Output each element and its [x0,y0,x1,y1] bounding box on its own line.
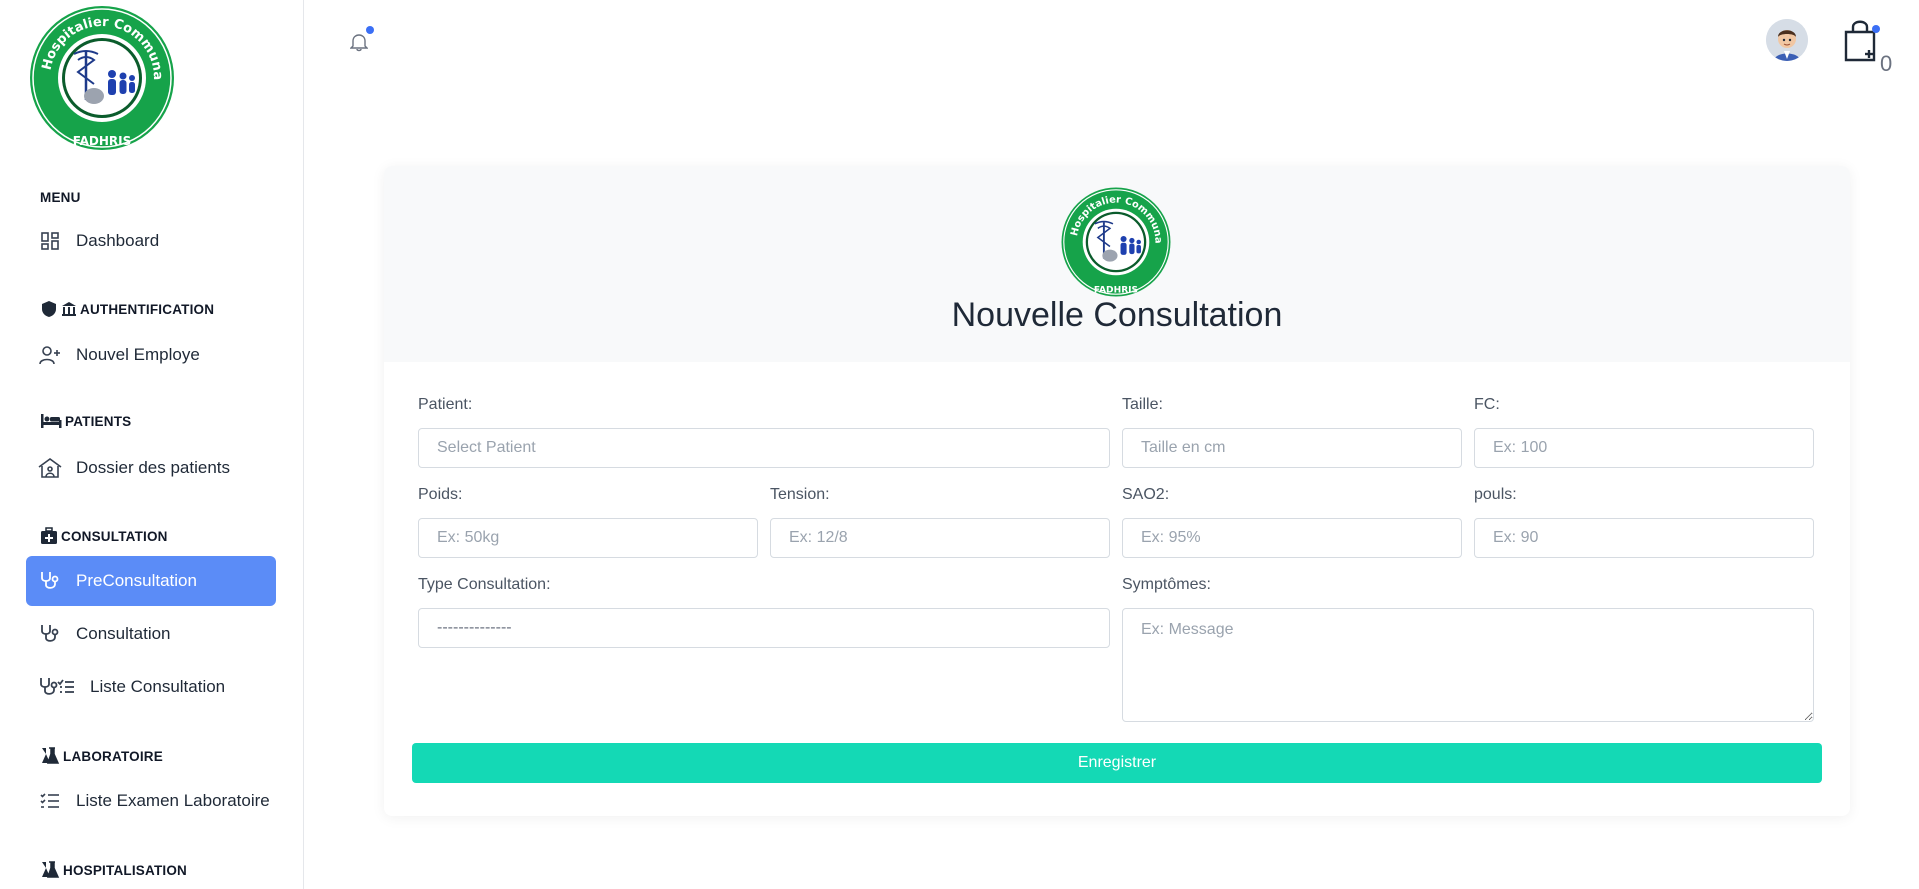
stethoscope-icon [38,622,62,646]
stethoscope-list-icon [38,675,76,699]
sidebar-item-consultation[interactable]: Consultation [26,609,276,659]
flask-icon [40,861,60,879]
sidebar-item-dashboard[interactable]: Dashboard [26,216,276,266]
sidebar-item-preconsultation[interactable]: PreConsultation [26,556,276,606]
sao2-input[interactable] [1122,518,1462,558]
hospital-logo: Centre Hospitalier Communautaire FADHRIS [1056,178,1172,298]
tension-label: Tension: [770,486,830,503]
laboratory-section-title: LABORATOIRE [40,747,163,765]
weight-input[interactable] [418,518,758,558]
hospital-logo[interactable]: Centre Hospitalier Communautaire FADHRIS [23,0,176,152]
height-label: Taille: [1122,396,1163,413]
dashboard-icon [38,229,62,253]
sidebar-item-label: Nouvel Employe [76,345,200,364]
checklist-icon [38,789,62,813]
sidebar-item-label: PreConsultation [76,571,197,590]
user-plus-icon [38,343,62,367]
cart-notification-dot [1872,25,1880,33]
shopping-bag-icon [1842,20,1882,66]
shield-icon [40,300,58,318]
tension-input[interactable] [770,518,1110,558]
patient-label: Patient: [418,396,473,413]
cart-count: 0 [1880,51,1893,76]
save-button[interactable]: Enregistrer [412,743,1822,783]
consultation-section-title: CONSULTATION [40,527,168,545]
bed-icon [40,413,62,429]
weight-label: Poids: [418,486,463,503]
flask-icon [40,747,60,765]
consultation-type-select[interactable]: -------------- [418,608,1110,648]
fc-input[interactable] [1474,428,1814,468]
consultation-type-value: -------------- [437,619,512,636]
consultation-type-label: Type Consultation: [418,576,551,593]
consultation-form-card: Centre Hospitalier Communautaire FADHRIS… [384,166,1850,816]
sidebar-item-label: Dossier des patients [76,458,231,477]
card-header: Centre Hospitalier Communautaire FADHRIS… [384,166,1850,362]
auth-section-title: AUTHENTIFICATION [40,300,214,318]
notification-dot [366,26,374,34]
hospital-house-icon [38,456,62,480]
pulse-input[interactable] [1474,518,1814,558]
symptoms-textarea[interactable] [1122,608,1814,722]
notification-bell-icon[interactable] [349,26,374,52]
medical-kit-icon [40,527,58,545]
fc-label: FC: [1474,396,1500,413]
bank-icon [61,301,77,317]
page-title: Nouvelle Consultation [951,296,1283,334]
sidebar-item-label: Dashboard [76,231,160,250]
menu-section-title: MENU [40,190,81,205]
cart-button[interactable]: 0 [1842,18,1892,76]
patient-select[interactable] [418,428,1110,468]
sidebar: Centre Hospitalier Communautaire FADHRIS… [0,0,304,889]
svg-text:FADHRIS: FADHRIS [73,134,131,148]
sidebar-item-label: Liste Examen Laboratoire [76,791,270,810]
pulse-label: pouls: [1474,486,1517,503]
sidebar-item-label: Consultation [76,624,171,643]
height-input[interactable] [1122,428,1462,468]
sao2-label: SAO2: [1122,486,1170,503]
stethoscope-icon [38,569,62,593]
symptoms-label: Symptômes: [1122,576,1211,593]
svg-text:FADHRIS: FADHRIS [1094,286,1138,296]
user-avatar[interactable] [1766,19,1808,61]
sidebar-item-patient-records[interactable]: Dossier des patients [26,443,276,493]
sidebar-item-consultation-list[interactable]: Liste Consultation [26,662,276,712]
sidebar-item-label: Liste Consultation [90,677,226,696]
sidebar-item-lab-exams[interactable]: Liste Examen Laboratoire [26,776,276,826]
hospitalisation-section-title: HOSPITALISATION [40,861,187,879]
sidebar-item-new-employee[interactable]: Nouvel Employe [26,330,276,380]
patients-section-title: PATIENTS [40,413,131,429]
